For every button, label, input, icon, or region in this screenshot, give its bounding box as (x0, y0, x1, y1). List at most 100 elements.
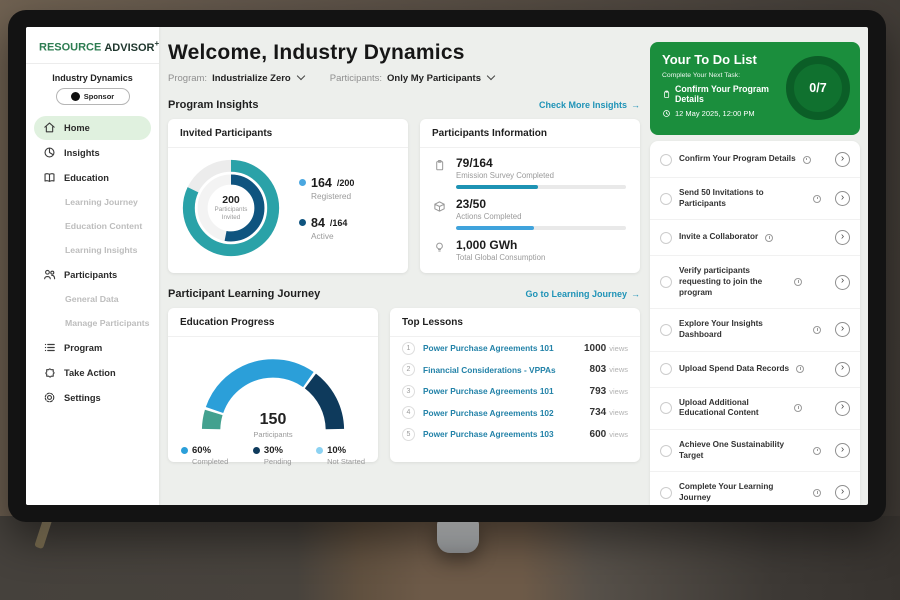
task-label: Explore Your Insights Dashboard (679, 319, 806, 340)
sidebar-item-home[interactable]: Home (34, 116, 151, 140)
lesson-views: 803 (590, 364, 607, 375)
task-checkbox[interactable] (660, 363, 672, 375)
home-icon (43, 121, 56, 134)
sidebar-item-learning-insights[interactable]: Learning Insights (34, 239, 151, 262)
people-icon (43, 268, 56, 281)
task-checkbox[interactable] (660, 445, 672, 457)
legend-pct: 30% (264, 445, 283, 456)
legend-item-registered: 164/200 Registered (299, 176, 354, 201)
task-row[interactable]: Complete Your Learning Journey › (650, 472, 860, 505)
clock-icon (796, 365, 804, 373)
filter-bar: Program:Industrialize Zero Participants:… (168, 73, 640, 84)
puzzle-icon (43, 366, 56, 379)
sidebar-item-program[interactable]: Program (34, 336, 151, 360)
stat-actions-completed: 23/50 Actions Completed (420, 189, 640, 230)
task-chevron-button[interactable]: › (835, 443, 850, 458)
sidebar-item-learning-journey[interactable]: Learning Journey (34, 191, 151, 214)
legend-value: 164 (311, 176, 332, 190)
todo-next-task: Confirm Your Program Details (662, 84, 790, 104)
task-checkbox[interactable] (660, 232, 672, 244)
go-to-learning-journey-link[interactable]: Go to Learning Journey→ (525, 289, 640, 299)
task-row[interactable]: Upload Spend Data Records › (650, 352, 860, 388)
sidebar-item-insights[interactable]: Insights (34, 141, 151, 165)
invited-participants-card: Invited Participants 200 Participant (168, 119, 408, 273)
sidebar-item-label: Take Action (64, 368, 116, 378)
stat-value: 23/50 (456, 197, 626, 211)
screen: RESOURCEADVISOR+ Industry Dynamics Spons… (26, 27, 868, 505)
sidebar-item-education-content[interactable]: Education Content (34, 215, 151, 238)
participants-filter[interactable]: Participants: Only My Participants (330, 73, 494, 84)
task-checkbox[interactable] (660, 276, 672, 288)
card-title: Top Lessons (390, 308, 640, 337)
task-row[interactable]: Verify participants requesting to join t… (650, 256, 860, 309)
legend-label: Completed (192, 457, 228, 466)
lesson-rank: 1 (402, 342, 415, 355)
task-chevron-button[interactable]: › (835, 230, 850, 245)
sidebar-item-education[interactable]: Education (34, 166, 151, 190)
task-chevron-button[interactable]: › (835, 401, 850, 416)
task-checkbox[interactable] (660, 402, 672, 414)
legend-label: Active (311, 231, 354, 241)
lesson-link[interactable]: Power Purchase Agreements 101 (423, 386, 590, 396)
legend-pct: 60% (192, 445, 211, 456)
sidebar-item-label: Education (64, 173, 109, 183)
lesson-link[interactable]: Power Purchase Agreements 101 (423, 343, 584, 353)
stat-value: 79/164 (456, 156, 626, 170)
task-checkbox[interactable] (660, 324, 672, 336)
task-chevron-button[interactable]: › (835, 485, 850, 500)
task-row[interactable]: Send 50 Invitations to Participants › (650, 178, 860, 220)
sidebar-item-label: Program (64, 343, 102, 353)
learning-journey-title: Participant Learning Journey (168, 288, 320, 300)
task-row[interactable]: Upload Additional Educational Content › (650, 388, 860, 430)
task-chevron-button[interactable]: › (835, 275, 850, 290)
legend-label: Not Started (327, 457, 365, 466)
monitor-stand (437, 519, 479, 553)
sidebar-item-take-action[interactable]: Take Action (34, 361, 151, 385)
clock-icon (813, 489, 821, 497)
insights-icon (43, 146, 56, 159)
task-checkbox[interactable] (660, 193, 672, 205)
task-chevron-button[interactable]: › (835, 322, 850, 337)
legend-label: Pending (264, 457, 292, 466)
lesson-rank: 2 (402, 363, 415, 376)
program-insights-title: Program Insights (168, 99, 258, 111)
participants-filter-value: Only My Participants (387, 73, 481, 84)
task-chevron-button[interactable]: › (835, 191, 850, 206)
task-checkbox[interactable] (660, 487, 672, 499)
views-suffix: views (609, 365, 628, 374)
page-title: Welcome, Industry Dynamics (168, 41, 640, 65)
task-row[interactable]: Confirm Your Program Details › (650, 142, 860, 178)
task-row[interactable]: Explore Your Insights Dashboard › (650, 309, 860, 351)
lesson-link[interactable]: Financial Considerations - VPPAs (423, 365, 590, 375)
invited-donut-chart: 200 Participants Invited (176, 153, 286, 263)
stat-label: Actions Completed (456, 212, 626, 221)
logo-plus: + (154, 39, 159, 48)
link-label: Go to Learning Journey (525, 289, 627, 299)
task-chevron-button[interactable]: › (835, 152, 850, 167)
legend-denominator: /164 (330, 218, 348, 228)
sidebar-item-general-data[interactable]: General Data (34, 288, 151, 311)
clock-icon (813, 326, 821, 334)
sidebar-item-participants[interactable]: Participants (34, 263, 151, 287)
clipboard-icon (433, 159, 446, 172)
sidebar-item-manage-participants[interactable]: Manage Participants (34, 312, 151, 335)
lesson-views: 734 (590, 407, 607, 418)
task-row[interactable]: Achieve One Sustainability Target › (650, 430, 860, 472)
education-gauge-chart: 150 Participants (184, 345, 362, 437)
sidebar-item-settings[interactable]: Settings (34, 386, 151, 410)
sidebar-item-label: Participants (64, 270, 117, 280)
lesson-link[interactable]: Power Purchase Agreements 103 (423, 429, 590, 439)
lesson-link[interactable]: Power Purchase Agreements 102 (423, 408, 590, 418)
task-row[interactable]: Invite a Collaborator › (650, 220, 860, 256)
check-more-insights-link[interactable]: Check More Insights→ (539, 100, 640, 110)
task-checkbox[interactable] (660, 154, 672, 166)
monitor-frame: RESOURCEADVISOR+ Industry Dynamics Spons… (8, 10, 886, 522)
chevron-down-icon (296, 72, 304, 80)
program-filter[interactable]: Program:Industrialize Zero (168, 73, 304, 84)
participants-filter-label: Participants: (330, 73, 382, 84)
sidebar-item-label: Home (64, 123, 90, 133)
lesson-row: 4 Power Purchase Agreements 102 734views (390, 402, 640, 424)
lesson-rank: 4 (402, 406, 415, 419)
todo-hero: Your To Do List Complete Your Next Task:… (650, 42, 860, 135)
task-chevron-button[interactable]: › (835, 362, 850, 377)
